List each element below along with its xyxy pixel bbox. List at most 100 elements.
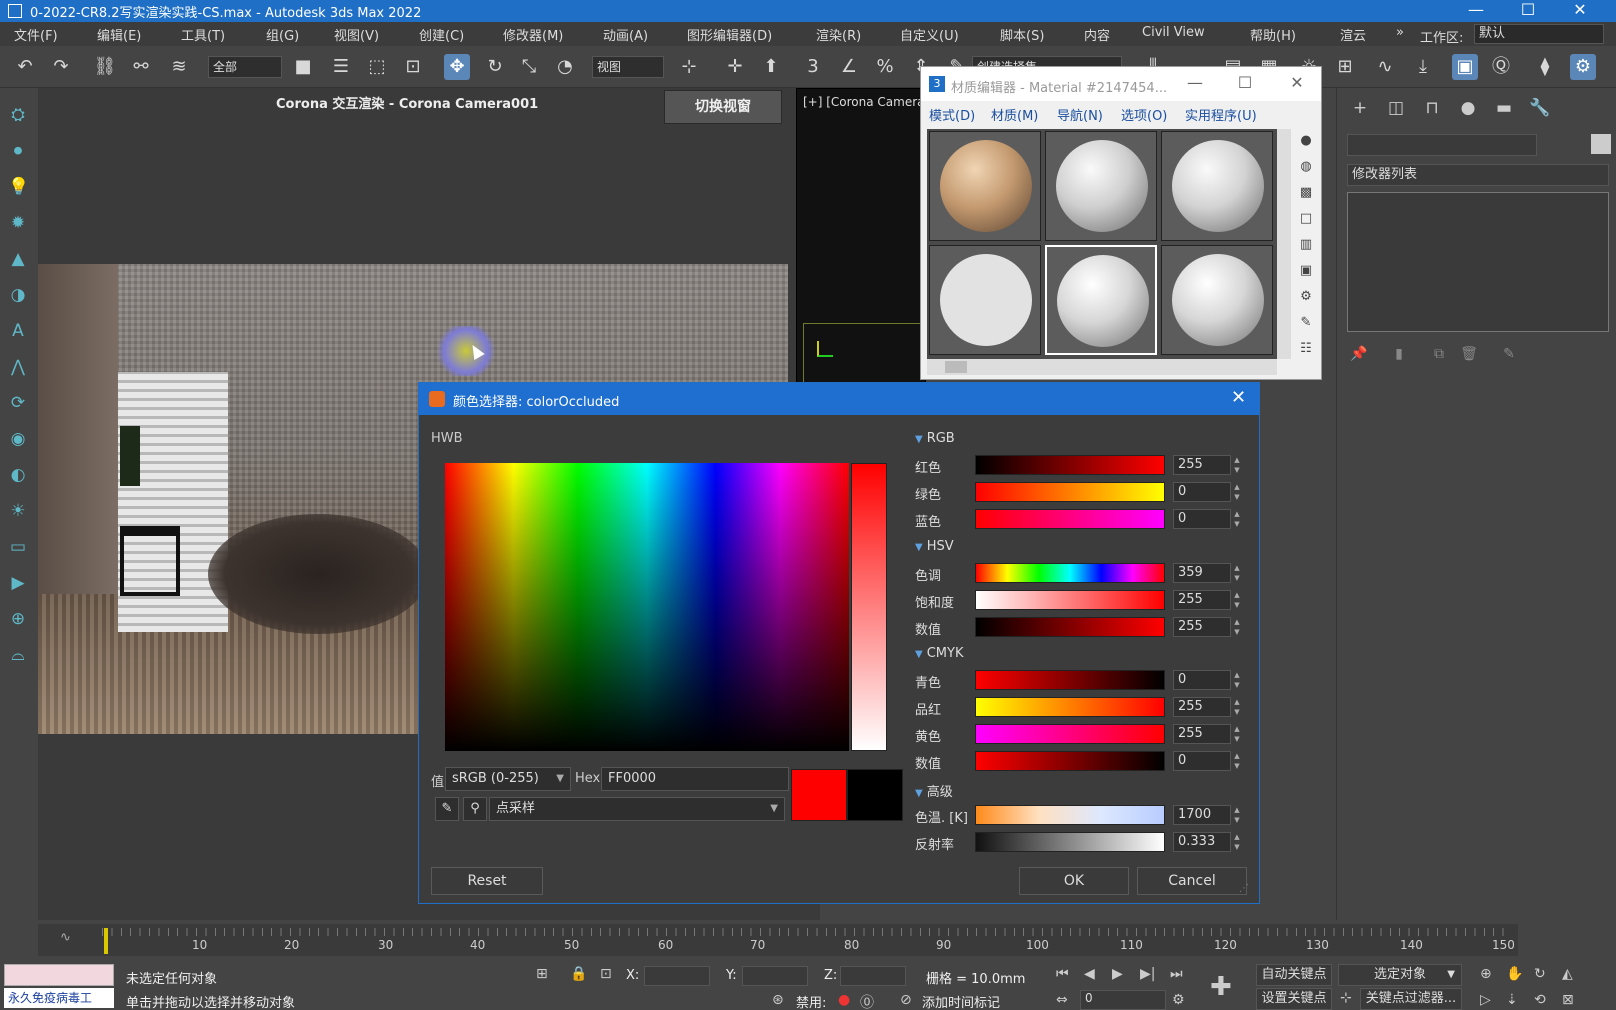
eyedropper-icon[interactable]: ✎ — [435, 797, 459, 821]
me-menu-mode[interactable]: 模式(D) — [929, 105, 975, 124]
menu-view[interactable]: 视图(V) — [334, 25, 379, 44]
create-tab-icon[interactable]: + — [1347, 98, 1373, 122]
video-color-check-icon[interactable]: ▥ — [1297, 237, 1315, 255]
keyboard-shortcut-icon[interactable]: ⬆ — [758, 54, 784, 80]
set-key-button[interactable]: 设置关键点 — [1256, 988, 1332, 1010]
me-menu-navigation[interactable]: 导航(N) — [1057, 105, 1103, 124]
temperature-value-input[interactable]: 1700 — [1173, 805, 1231, 825]
zoom-extents-icon[interactable]: ⊕ — [1480, 966, 1492, 982]
time-tag-icon[interactable]: ⊘ — [900, 992, 912, 1008]
modify-tab-icon[interactable]: ◫ — [1383, 98, 1409, 122]
key-mode-icon[interactable]: ⇔ — [1056, 992, 1068, 1008]
manipulate-icon[interactable]: ✛ — [722, 54, 748, 80]
rect-selection-icon[interactable]: ⬚ — [364, 54, 390, 80]
ok-button[interactable]: OK — [1019, 867, 1129, 895]
menu-content[interactable]: 内容 — [1084, 25, 1110, 44]
menu-help[interactable]: 帮助(H) — [1250, 25, 1296, 44]
rendered-frame-icon[interactable]: ▣ — [1452, 54, 1478, 80]
new-color-swatch[interactable] — [791, 769, 847, 821]
previous-frame-icon[interactable]: ◀ — [1084, 966, 1095, 982]
light-bulb-icon[interactable]: 💡 — [8, 176, 29, 198]
auto-key-button[interactable]: 自动关键点 — [1256, 964, 1332, 986]
current-frame-input[interactable]: 0 — [1080, 990, 1166, 1010]
refresh-icon[interactable]: ⟳ — [8, 392, 28, 414]
pan-icon[interactable]: ✋ — [1506, 966, 1523, 982]
reset-button[interactable]: Reset — [431, 867, 543, 895]
hue-value-input[interactable]: 359 — [1173, 563, 1231, 583]
hex-input[interactable]: FF0000 — [601, 767, 789, 791]
menu-file[interactable]: 文件(F) — [14, 25, 58, 44]
yellow-value-input[interactable]: 255 — [1173, 724, 1231, 744]
key-tangent-icon[interactable]: ⊹ — [1340, 990, 1352, 1006]
green-value-input[interactable]: 0 — [1173, 482, 1231, 502]
display-tab-icon[interactable]: ▬ — [1491, 98, 1517, 122]
maximize-icon[interactable]: ☐ — [1508, 0, 1548, 22]
undo-icon[interactable]: ↶ — [12, 54, 38, 80]
maxscript-listener-field[interactable] — [4, 964, 114, 986]
select-object-icon[interactable]: ■ — [290, 54, 316, 80]
tree-icon[interactable]: ▲ — [8, 248, 28, 270]
spinner-icon[interactable]: ▲ ▼ — [1231, 670, 1243, 690]
next-frame-icon[interactable]: ▶| — [1140, 966, 1155, 982]
camera-viewport[interactable]: [+] [Corona Camera — [796, 88, 927, 388]
select-by-name-icon[interactable]: ☰ — [328, 54, 354, 80]
lightbulb-small-icon[interactable]: ☀ — [8, 500, 28, 522]
material-navigator-icon[interactable]: ☷ — [1297, 341, 1315, 359]
selected-object-select[interactable]: 选定对象 ▼ — [1338, 964, 1462, 986]
spinner-icon[interactable]: ▲ ▼ — [1231, 482, 1243, 502]
material-slot[interactable] — [929, 131, 1041, 241]
menu-create[interactable]: 创建(C) — [419, 25, 464, 44]
selection-lock-icon[interactable]: 🔒 — [570, 966, 587, 982]
select-scale-icon[interactable]: ⤡ — [516, 54, 542, 80]
unlink-icon[interactable]: ⚯ — [128, 54, 154, 80]
render-region-icon[interactable]: ▶ — [8, 572, 28, 594]
object-name-field[interactable] — [1347, 134, 1537, 156]
camera-icon[interactable]: ⛭ — [8, 104, 28, 126]
schematic-view-icon[interactable]: ⊞ — [1332, 54, 1358, 80]
select-move-icon[interactable]: ✥ — [444, 54, 470, 80]
walkthrough-icon[interactable]: ▷ — [1480, 992, 1491, 1008]
spinner-icon[interactable]: ▲ ▼ — [1231, 455, 1243, 475]
cmyk-section-header[interactable]: ▼ CMYK — [915, 646, 963, 661]
go-to-start-icon[interactable]: ⏮ — [1056, 966, 1069, 982]
menu-render-cloud[interactable]: 渲云 — [1340, 25, 1366, 44]
text-icon[interactable]: A — [8, 320, 28, 342]
spinner-icon[interactable]: ▲ ▼ — [1231, 805, 1243, 825]
green-slider[interactable] — [975, 482, 1165, 502]
switch-view-button[interactable]: 切换视窗 — [664, 90, 782, 124]
material-icon[interactable]: ◉ — [8, 428, 28, 450]
palette-icon[interactable]: ◐ — [8, 464, 28, 486]
modifier-list-select[interactable]: 修改器列表 — [1347, 164, 1609, 186]
utilities-tab-icon[interactable]: 🔧 — [1527, 98, 1553, 122]
old-color-swatch[interactable] — [847, 769, 903, 821]
hat-icon[interactable]: ⌓ — [8, 644, 28, 666]
uv-tiling-icon[interactable]: □ — [1297, 211, 1315, 229]
maximize-icon[interactable]: ☐ — [1231, 73, 1259, 95]
make-unique-icon[interactable]: ⧉ — [1429, 346, 1449, 366]
object-color-swatch[interactable] — [1591, 134, 1611, 154]
place-icon[interactable]: ◔ — [552, 54, 578, 80]
menu-graph-editors[interactable]: 图形编辑器(D) — [687, 25, 772, 44]
blue-slider[interactable] — [975, 509, 1165, 529]
pin-stack-icon[interactable]: 📌 — [1349, 346, 1369, 366]
time-slider-handle[interactable] — [104, 928, 108, 954]
material-grid-hscroll[interactable] — [927, 359, 1277, 375]
menu-edit[interactable]: 编辑(E) — [97, 25, 141, 44]
show-end-result-icon[interactable]: ▮ — [1389, 346, 1409, 366]
spinner-icon[interactable]: ▲ ▼ — [1231, 832, 1243, 852]
spinner-icon[interactable]: ▲ ▼ — [1231, 751, 1243, 771]
render-setup-icon[interactable]: ⤓ — [1410, 54, 1436, 80]
background-icon[interactable]: ▩ — [1297, 185, 1315, 203]
set-key-plus-icon[interactable]: ✚ — [1210, 972, 1232, 1002]
red-value-input[interactable]: 255 — [1173, 455, 1231, 475]
close-icon[interactable]: ✕ — [1560, 0, 1600, 22]
select-rotate-icon[interactable]: ↻ — [482, 54, 508, 80]
magenta-value-input[interactable]: 255 — [1173, 697, 1231, 717]
scroll-thumb[interactable] — [945, 361, 967, 373]
material-slot[interactable] — [1161, 245, 1273, 355]
backlight-icon[interactable]: ◍ — [1297, 159, 1315, 177]
workspace-select[interactable]: 默认 — [1474, 24, 1604, 44]
bind-space-warp-icon[interactable]: ≋ — [166, 54, 192, 80]
material-slot-active[interactable] — [1045, 245, 1157, 355]
material-editor-titlebar[interactable]: 3 材质编辑器 - Material #2147454... — ☐ ✕ — [921, 67, 1321, 101]
